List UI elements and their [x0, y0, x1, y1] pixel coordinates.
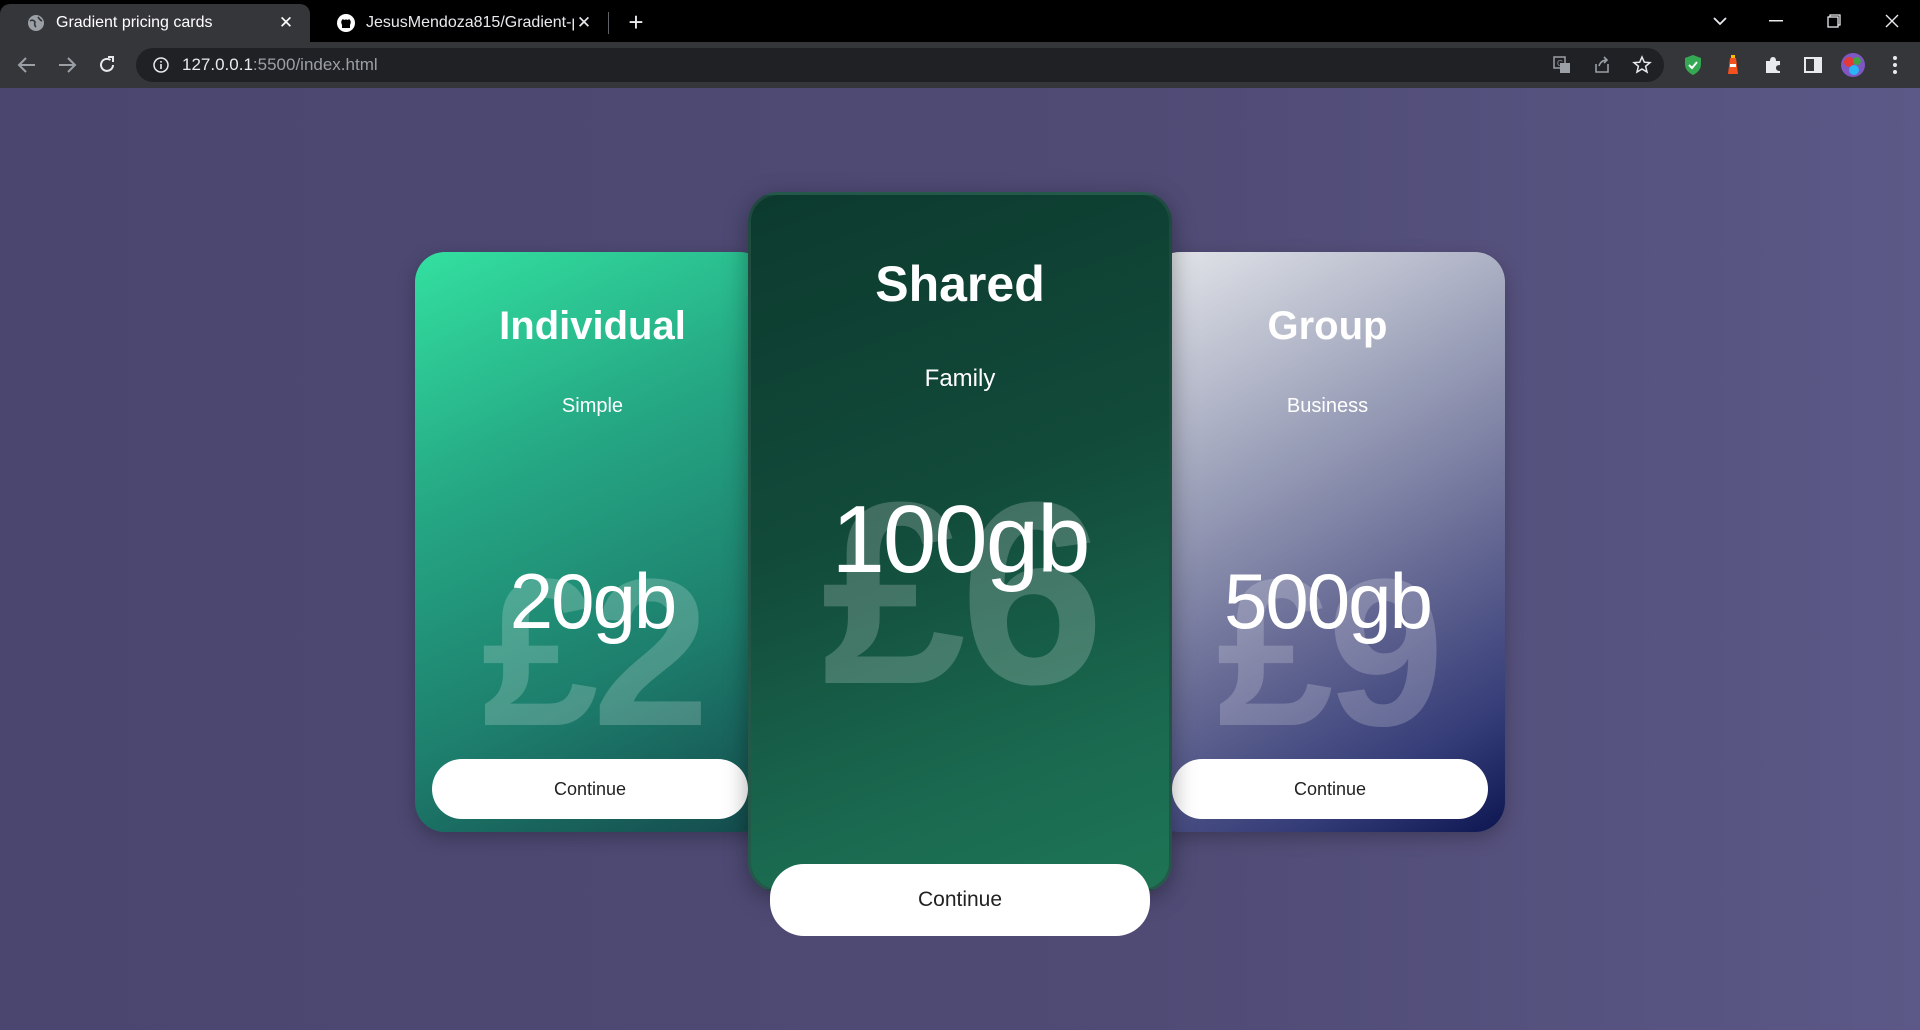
tab-title: Gradient pricing cards	[56, 14, 213, 31]
tab-search-chevron-icon[interactable]	[1700, 6, 1740, 36]
tab-title: JesusMendoza815/Gradient-prici	[366, 14, 574, 31]
tab-divider	[608, 12, 609, 34]
reload-icon[interactable]	[92, 50, 122, 80]
tab-github-repo[interactable]: JesusMendoza815/Gradient-prici ✕	[310, 4, 608, 42]
restore-icon[interactable]	[1806, 0, 1862, 42]
browser-toolbar: 127.0.0.1:5500/index.html G	[0, 42, 1920, 88]
continue-button-group[interactable]: Continue	[1172, 759, 1488, 819]
tab-strip: Gradient pricing cards ✕ JesusMendoza815…	[0, 0, 1920, 42]
side-panel-icon[interactable]	[1798, 50, 1828, 80]
plan-storage: 20gb	[509, 557, 678, 645]
lighthouse-extension-icon[interactable]	[1718, 50, 1748, 80]
translate-icon[interactable]: G	[1547, 50, 1577, 80]
close-window-icon[interactable]	[1864, 0, 1920, 42]
new-tab-plus-icon[interactable]: +	[622, 7, 650, 37]
pricing-card-individual: Individual Simple £2 20gb	[415, 252, 770, 832]
github-icon	[336, 13, 356, 33]
plan-storage: 100gb	[831, 486, 1091, 593]
pricing-card-shared: Shared Family £6 100gb	[748, 192, 1172, 892]
plan-subtitle: Business	[1286, 395, 1369, 417]
svg-text:G: G	[1557, 59, 1563, 68]
url-host: 127.0.0.1	[182, 55, 253, 74]
address-bar[interactable]: 127.0.0.1:5500/index.html	[136, 48, 1664, 82]
close-tab-icon[interactable]: ✕	[574, 13, 594, 33]
tab-gradient-pricing[interactable]: Gradient pricing cards ✕	[0, 4, 310, 42]
menu-kebab-icon[interactable]	[1880, 50, 1910, 80]
forward-arrow-icon[interactable]	[52, 50, 82, 80]
continue-button-individual[interactable]: Continue	[432, 759, 748, 819]
plan-title: Shared	[875, 256, 1045, 312]
pricing-card-group: Group Business £9 500gb	[1150, 252, 1505, 832]
continue-button-shared[interactable]: Continue	[770, 864, 1150, 936]
plan-storage: 500gb	[1224, 557, 1433, 645]
url-path: :5500/index.html	[252, 55, 378, 74]
close-tab-icon[interactable]: ✕	[276, 13, 296, 33]
bookmark-star-icon[interactable]	[1627, 50, 1657, 80]
shield-extension-icon[interactable]	[1678, 50, 1708, 80]
plan-title: Individual	[499, 304, 686, 348]
back-arrow-icon[interactable]	[12, 50, 42, 80]
plan-title: Group	[1267, 304, 1388, 348]
site-info-icon[interactable]	[150, 54, 172, 76]
plan-subtitle: Family	[924, 365, 996, 392]
globe-icon	[26, 13, 46, 33]
page-viewport: Individual Simple £2 20gb Group Business…	[0, 88, 1920, 1030]
extensions-puzzle-icon[interactable]	[1758, 50, 1788, 80]
minimize-icon[interactable]	[1748, 0, 1804, 42]
profile-avatar[interactable]	[1838, 50, 1868, 80]
share-icon[interactable]	[1587, 50, 1617, 80]
plan-subtitle: Simple	[561, 395, 624, 417]
